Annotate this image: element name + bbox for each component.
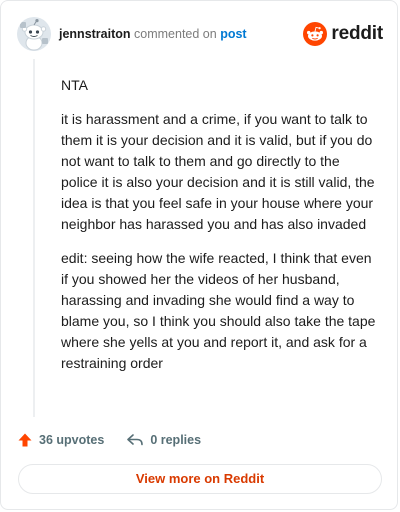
post-link[interactable]: post bbox=[220, 27, 246, 41]
comment-meta: jennstraiton commented on post bbox=[59, 26, 247, 42]
reply-arrow-icon bbox=[127, 434, 144, 446]
username-link[interactable]: jennstraiton bbox=[59, 27, 131, 41]
comment-paragraph: NTA bbox=[61, 77, 88, 93]
commented-on-text: commented on bbox=[134, 27, 217, 41]
upvote-arrow-icon bbox=[18, 433, 32, 447]
thread-line bbox=[33, 59, 35, 417]
upvote-button[interactable]: 36 upvotes bbox=[17, 432, 104, 448]
reddit-wordmark: reddit bbox=[331, 23, 383, 44]
comment-header: jennstraiton commented on post reddit bbox=[17, 17, 383, 51]
replies-button[interactable]: 0 replies bbox=[126, 432, 201, 448]
upvote-count: 36 upvotes bbox=[39, 433, 105, 447]
comment-card: jennstraiton commented on post reddit NT… bbox=[0, 0, 398, 510]
reddit-logo[interactable]: reddit bbox=[303, 21, 383, 47]
reply-count: 0 replies bbox=[150, 433, 202, 447]
snoo-avatar-icon[interactable] bbox=[17, 17, 51, 51]
comment-footer: 36 upvotes 0 replies bbox=[17, 429, 223, 451]
reddit-snoo-icon bbox=[303, 22, 328, 46]
view-more-button[interactable]: View more on Reddit bbox=[18, 464, 382, 494]
comment-paragraph: it is harassment and a crime, if you wan… bbox=[61, 111, 375, 232]
comment-paragraph: edit: seeing how the wife reacted, I thi… bbox=[61, 250, 376, 371]
comment-body: NTA it is harassment and a crime, if you… bbox=[61, 75, 379, 387]
